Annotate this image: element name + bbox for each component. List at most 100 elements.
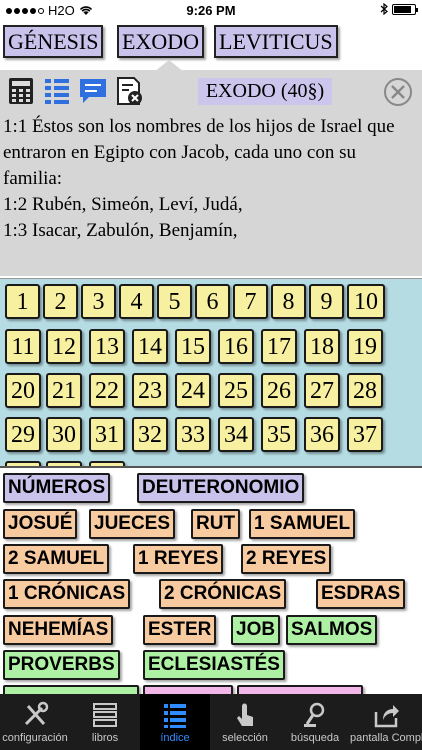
book-leviticus-button[interactable]: LEVITICUS [214, 25, 338, 58]
book-list: NÚMEROS DEUTERONOMIO JOSUÉ JUECES RUT 1 … [0, 470, 422, 694]
book-button-partial[interactable] [143, 685, 233, 694]
chapter-button[interactable]: 31 [89, 417, 125, 452]
chapter-button-partial[interactable] [46, 461, 82, 466]
delete-note-icon[interactable] [113, 76, 145, 106]
book-exodo-button[interactable]: EXODO [117, 25, 204, 58]
book-button[interactable]: RUT [191, 509, 241, 539]
book-button[interactable]: PROVERBS [3, 650, 120, 680]
clock: 9:26 PM [186, 3, 236, 18]
chapter-button[interactable]: 29 [5, 417, 41, 452]
chapter-button[interactable]: 14 [132, 329, 168, 364]
book-button[interactable]: JOSUÉ [3, 509, 78, 539]
panel-title: EXODO (40§) [198, 78, 332, 105]
tab-label: pantalla Completa [350, 732, 422, 744]
chapter-button[interactable]: 22 [89, 373, 125, 408]
chapter-button[interactable]: 32 [132, 417, 168, 452]
chapter-button[interactable]: 36 [304, 417, 340, 452]
chapter-button[interactable]: 1 [5, 284, 40, 319]
book-button-partial[interactable] [237, 685, 363, 694]
tab-label: selección [222, 732, 268, 744]
chapter-button[interactable]: 21 [46, 373, 82, 408]
book-button[interactable]: ESDRAS [316, 579, 406, 609]
chapter-button[interactable]: 10 [347, 284, 385, 319]
calculator-icon[interactable] [5, 76, 37, 106]
grid-list-icon[interactable] [41, 76, 73, 106]
chapter-button[interactable]: 6 [195, 284, 230, 319]
tab-label: configuración [2, 732, 68, 744]
chapter-button-partial[interactable] [5, 461, 41, 466]
tab-libros[interactable]: libros [70, 694, 140, 750]
book-button[interactable]: 1 CRÓNICAS [3, 579, 131, 609]
chapter-button[interactable]: 19 [347, 329, 383, 364]
tap-icon [237, 703, 253, 726]
book-button[interactable]: NÚMEROS [3, 473, 111, 503]
chapter-button[interactable]: 20 [5, 373, 41, 408]
chapter-button[interactable]: 33 [175, 417, 211, 452]
chapter-button[interactable]: 37 [347, 417, 383, 452]
chapter-button[interactable]: 7 [233, 284, 268, 319]
tab-label: libros [91, 732, 119, 744]
tab-configuracion[interactable]: configuración [0, 694, 70, 750]
chapter-button[interactable]: 12 [46, 329, 82, 364]
book-button[interactable]: JOB [231, 615, 281, 645]
verse-1-2: 1:2 Rubén, Simeón, Leví, Judá, [3, 194, 243, 215]
chapter-button[interactable]: 9 [309, 284, 344, 319]
tab-label: índice [160, 732, 190, 744]
book-button[interactable]: 1 REYES [133, 544, 224, 574]
chapter-button[interactable]: 11 [5, 329, 41, 364]
book-button[interactable]: 2 REYES [241, 544, 332, 574]
list-icon [164, 704, 186, 728]
chapter-button[interactable]: 30 [46, 417, 82, 452]
chapter-button[interactable]: 17 [261, 329, 297, 364]
chapter-button[interactable]: 18 [304, 329, 340, 364]
book-button[interactable]: SALMOS [286, 615, 378, 645]
status-bar: H2O 9:26 PM [0, 0, 422, 20]
tools-icon [24, 701, 49, 726]
verse-text: 1:1 Éstos son los nombres de los hijos d… [3, 114, 419, 244]
book-button[interactable]: 2 CRÓNICAS [159, 579, 287, 609]
chapter-button[interactable]: 25 [218, 373, 254, 408]
book-button[interactable]: JUECES [89, 509, 176, 539]
tab-seleccion[interactable]: selección [210, 694, 280, 750]
chapter-button[interactable]: 13 [89, 329, 125, 364]
search-person-icon [304, 702, 325, 727]
tab-pantalla-completa[interactable]: pantalla Completa [350, 694, 422, 750]
status-right [380, 3, 418, 15]
bluetooth-icon [380, 3, 388, 15]
tab-indice[interactable]: índice [140, 694, 210, 750]
battery-icon [392, 3, 418, 15]
book-button-partial[interactable] [3, 685, 139, 694]
chapter-button[interactable]: 34 [218, 417, 254, 452]
book-genesis-button[interactable]: GÉNESIS [3, 25, 104, 58]
chapter-button[interactable]: 27 [304, 373, 340, 408]
chapter-button[interactable]: 26 [261, 373, 297, 408]
chapter-button[interactable]: 4 [119, 284, 154, 319]
chapter-button[interactable]: 28 [347, 373, 383, 408]
chapter-button[interactable]: 23 [132, 373, 168, 408]
verse-1-3: 1:3 Isacar, Zabulón, Benjamín, [3, 220, 238, 241]
reading-panel: EXODO (40§) 1:1 Éstos son los nombres de… [0, 70, 422, 276]
chapter-button-partial[interactable] [89, 461, 125, 466]
chapter-button[interactable]: 2 [43, 284, 78, 319]
book-button[interactable]: 1 SAMUEL [249, 509, 356, 539]
book-button[interactable]: ECLESIASTÉS [143, 650, 285, 680]
chapter-button[interactable]: 8 [271, 284, 306, 319]
book-button[interactable]: DEUTERONOMIO [137, 473, 305, 503]
share-icon [374, 705, 399, 728]
tab-label: búsqueda [290, 732, 340, 744]
book-button[interactable]: ESTER [143, 615, 217, 645]
chapter-button[interactable]: 5 [157, 284, 192, 319]
close-icon[interactable] [383, 77, 413, 107]
verse-1-1: 1:1 Éstos son los nombres de los hijos d… [3, 116, 395, 189]
chat-bubble-icon[interactable] [77, 76, 109, 106]
top-book-row: GÉNESIS EXODO LEVITICUS [0, 20, 422, 72]
tab-busqueda[interactable]: búsqueda [280, 694, 350, 750]
chapter-button[interactable]: 35 [261, 417, 297, 452]
chapter-button[interactable]: 16 [218, 329, 254, 364]
chapter-button[interactable]: 24 [175, 373, 211, 408]
chapter-button[interactable]: 3 [81, 284, 116, 319]
book-button[interactable]: NEHEMÍAS [3, 615, 114, 645]
chapter-button[interactable]: 15 [175, 329, 211, 364]
chapter-grid: 1 2 3 4 5 6 7 8 9 10 11 12 13 14 15 16 1… [0, 278, 422, 468]
book-button[interactable]: 2 SAMUEL [3, 544, 110, 574]
